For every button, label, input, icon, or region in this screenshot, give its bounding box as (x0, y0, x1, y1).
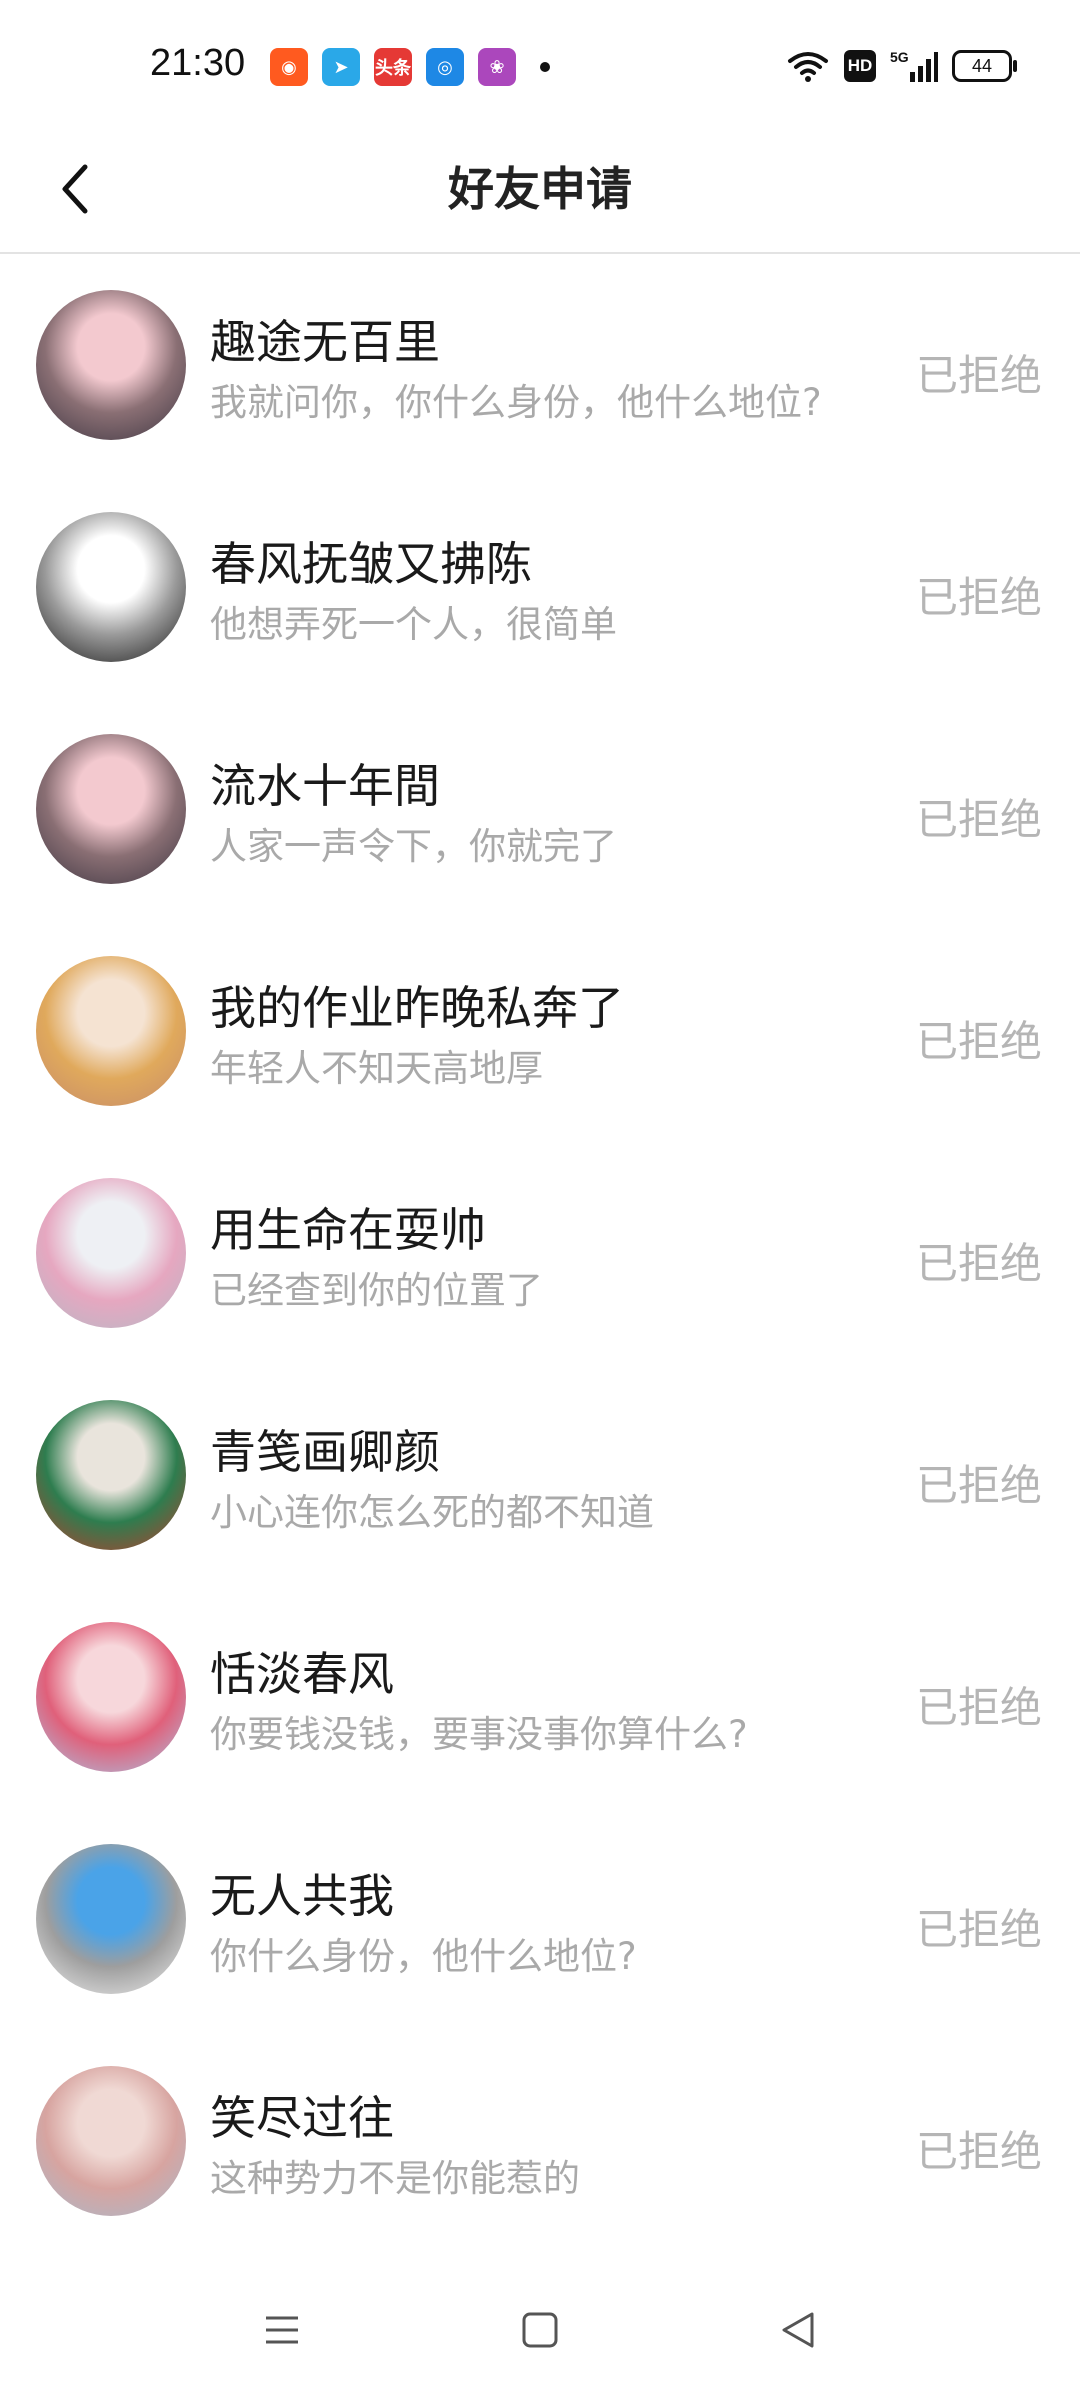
friend-request-item[interactable]: 无人共我你什么身份，他什么地位? 已拒绝 (0, 1808, 1080, 2030)
notification-dot-icon (540, 62, 550, 72)
requester-name: 春风抚皱又拂陈 (210, 537, 532, 591)
request-status-label: 已拒绝 (915, 795, 1042, 844)
avatar[interactable] (36, 1844, 186, 1994)
game-icon: ❀ (478, 48, 516, 86)
request-message: 我就问你，你什么身份，他什么地位? (210, 381, 822, 424)
hd-badge: HD (844, 50, 876, 82)
kuaishou-icon: ◉ (270, 48, 308, 86)
avatar[interactable] (36, 1400, 186, 1550)
request-status-label: 已拒绝 (915, 1017, 1042, 1066)
avatar[interactable] (36, 1178, 186, 1328)
requester-name: 恬淡春风 (210, 1647, 394, 1701)
requester-name: 青笺画卿颜 (210, 1425, 440, 1479)
request-message: 这种势力不是你能惹的 (210, 2157, 580, 2200)
friend-request-item[interactable]: 春风抚皱又拂陈他想弄死一个人，很简单 已拒绝 (0, 476, 1080, 698)
avatar[interactable] (36, 956, 186, 1106)
signal-icon: 5G (890, 48, 938, 84)
request-status-label: 已拒绝 (915, 573, 1042, 622)
home-square-icon (522, 2312, 558, 2348)
home-nav-button[interactable] (500, 2290, 580, 2370)
battery-icon: 44 (952, 50, 1017, 82)
request-message: 你要钱没钱，要事没事你算什么? (210, 1713, 748, 1756)
battery-level: 44 (971, 55, 993, 76)
request-status-label: 已拒绝 (915, 1461, 1042, 1510)
request-status-label: 已拒绝 (915, 351, 1042, 400)
requester-name: 无人共我 (210, 1869, 394, 1923)
back-nav-button[interactable] (758, 2290, 838, 2370)
page-title: 好友申请 (448, 162, 632, 216)
network-type-label: 5G (890, 49, 909, 65)
request-message: 年轻人不知天高地厚 (210, 1047, 543, 1090)
menu-nav-button[interactable] (242, 2290, 322, 2370)
avatar[interactable] (36, 290, 186, 440)
system-nav-bar (0, 2260, 1080, 2400)
avatar[interactable] (36, 1622, 186, 1772)
header-bar: 好友申请 (0, 130, 1080, 254)
friend-request-item[interactable]: 我的作业昨晚私奔了年轻人不知天高地厚 已拒绝 (0, 920, 1080, 1142)
friend-request-item[interactable]: 趣途无百里我就问你，你什么身份，他什么地位? 已拒绝 (0, 254, 1080, 476)
browser-icon: ◎ (426, 48, 464, 86)
friend-request-list: 趣途无百里 我就问你，你什么身份，他什么地位? 已拒绝 春风抚皱又拂陈 他想弄死一个人，… (0, 254, 1080, 2252)
requester-name: 笑尽过往 (210, 2091, 394, 2145)
wifi-icon (786, 49, 830, 83)
request-status-label: 已拒绝 (915, 1905, 1042, 1954)
avatar[interactable] (36, 512, 186, 662)
requester-name: 我的作业昨晚私奔了 (210, 981, 624, 1035)
request-status-label: 已拒绝 (915, 1239, 1042, 1288)
avatar[interactable] (36, 734, 186, 884)
request-status-label: 已拒绝 (915, 2127, 1042, 2176)
requester-name: 用生命在耍帅 (210, 1203, 486, 1257)
request-message: 人家一声令下，你就完了 (210, 825, 617, 868)
friend-request-item[interactable]: 用生命在耍帅已经查到你的位置了 已拒绝 (0, 1142, 1080, 1364)
friend-request-item[interactable]: 恬淡春风你要钱没钱，要事没事你算什么? 已拒绝 (0, 1586, 1080, 1808)
request-status-label: 已拒绝 (915, 1683, 1042, 1732)
status-indicators: HD 5G 44 (772, 48, 1017, 84)
friend-request-item[interactable]: 笑尽过往这种势力不是你能惹的 已拒绝 (0, 2030, 1080, 2252)
friend-request-item[interactable]: 青笺画卿颜小心连你怎么死的都不知道 已拒绝 (0, 1364, 1080, 1586)
friend-requests-screen: 21:30 ◉ ➤ 头条 ◎ ❀ HD 5G 44 好友申请 趣途无百里 我就问… (0, 0, 1080, 2400)
request-message: 你什么身份，他什么地位? (210, 1935, 637, 1978)
requester-name: 趣途无百里 (210, 315, 440, 369)
telegram-like-icon: ➤ (322, 48, 360, 86)
toutiao-icon: 头条 (374, 48, 412, 86)
request-message: 他想弄死一个人，很简单 (210, 603, 617, 646)
status-app-icons: ◉ ➤ 头条 ◎ ❀ (270, 48, 550, 86)
request-message: 小心连你怎么死的都不知道 (210, 1491, 654, 1534)
status-time: 21:30 (150, 42, 246, 84)
friend-request-item[interactable]: 流水十年間人家一声令下，你就完了 已拒绝 (0, 698, 1080, 920)
back-triangle-icon (782, 2312, 814, 2348)
request-message: 已经查到你的位置了 (210, 1269, 543, 1312)
menu-icon (266, 2316, 298, 2344)
avatar[interactable] (36, 2066, 186, 2216)
requester-name: 流水十年間 (210, 759, 440, 813)
status-bar: 21:30 ◉ ➤ 头条 ◎ ❀ HD 5G 44 (0, 0, 1080, 130)
